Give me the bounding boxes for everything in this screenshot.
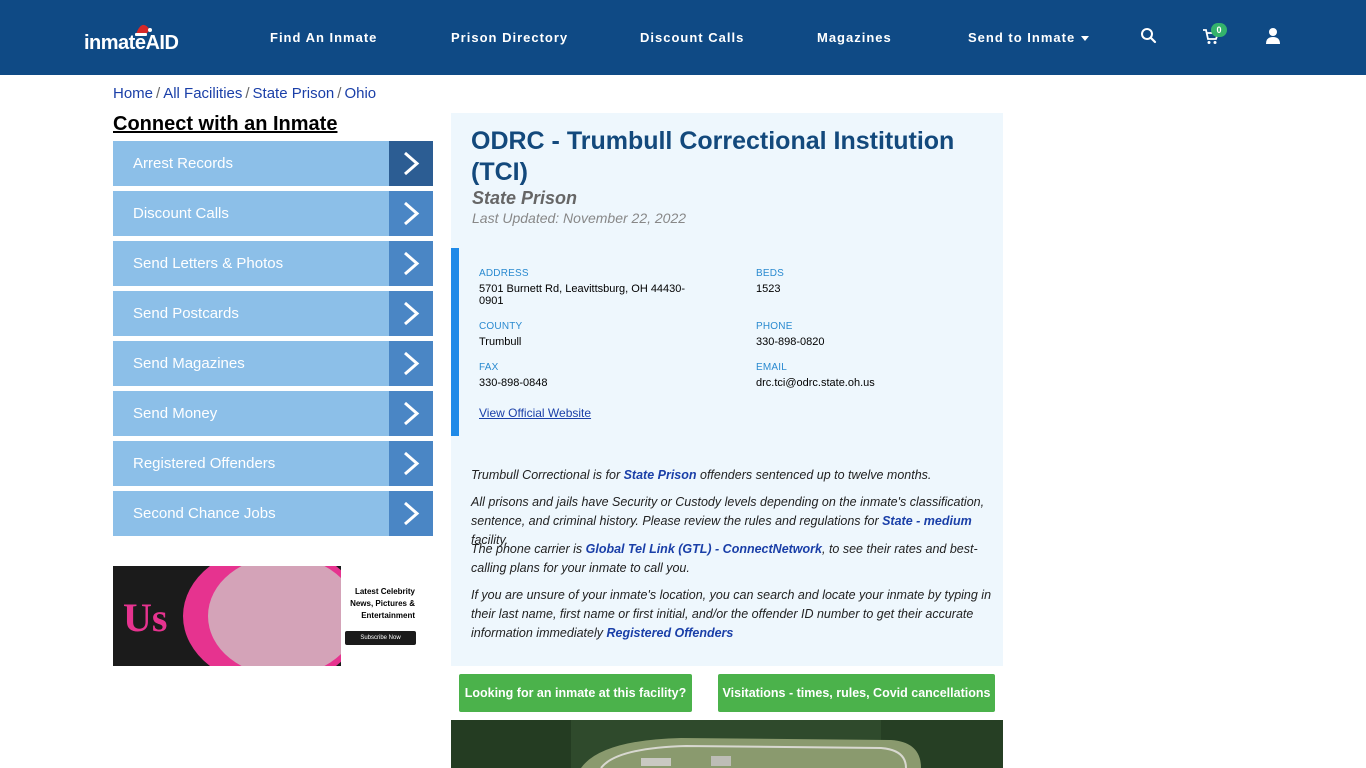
breadcrumb-state-prison[interactable]: State Prison [253,85,335,102]
breadcrumb-home[interactable]: Home [113,85,153,102]
state-medium-link[interactable]: State - medium [882,514,972,528]
breadcrumb-ohio[interactable]: Ohio [344,85,376,102]
looking-for-inmate-button[interactable]: Looking for an inmate at this facility? [459,674,692,712]
email-label: EMAIL [756,362,788,373]
phone-label: PHONE [756,321,793,332]
ad-photo [208,566,358,666]
facility-aerial-photo [451,720,1003,768]
aerial-image [451,720,1003,768]
chevron-right-icon [404,501,420,526]
info-accent-bar [451,248,459,436]
sidebar-item-second-chance-jobs[interactable]: Second Chance Jobs [113,491,433,536]
sidebar-item-label: Send Magazines [133,355,245,372]
sidebar-item-label: Registered Offenders [133,455,276,472]
gtl-connectnetwork-link[interactable]: Global Tel Link (GTL) - ConnectNetwork [586,542,822,556]
sidebar-item-label: Send Postcards [133,305,239,322]
nav-send-to-inmate[interactable]: Send to Inmate [968,30,1090,45]
visitations-button[interactable]: Visitations - times, rules, Covid cancel… [718,674,995,712]
nav-find-an-inmate[interactable]: Find An Inmate [270,30,377,45]
chevron-right-icon [404,351,420,376]
county-label: COUNTY [479,321,523,332]
view-official-website-link[interactable]: View Official Website [479,406,591,420]
caret-down-icon [1081,36,1090,42]
us-weekly-logo: Us [123,595,168,640]
sidebar-item-send-magazines[interactable]: Send Magazines [113,341,433,386]
chevron-right-icon [404,151,420,176]
connect-with-inmate-heading: Connect with an Inmate [113,113,338,135]
paragraph-locate-inmate: If you are unsure of your inmate's locat… [471,588,992,640]
sidebar-item-arrest-records[interactable]: Arrest Records [113,141,433,186]
ad-tagline: Latest Celebrity News, Pictures & Entert… [350,587,415,620]
search-icon[interactable] [1140,27,1158,45]
registered-offenders-link[interactable]: Registered Offenders [606,626,733,640]
breadcrumb: Home / All Facilities / State Prison / Ohio [113,85,377,102]
inmateaid-logo[interactable]: inmateAID [84,22,180,56]
phone-value: 330-898-0820 [756,336,825,348]
nav-magazines[interactable]: Magazines [817,30,892,45]
last-updated: Last Updated: November 22, 2022 [472,210,687,226]
paragraph-phone-carrier: The phone carrier is Global Tel Link (GT… [471,542,978,575]
sidebar-item-label: Send Letters & Photos [133,255,284,272]
cart-count-badge: 0 [1211,23,1227,37]
sidebar-item-send-letters-photos[interactable]: Send Letters & Photos [113,241,433,286]
user-icon[interactable] [1264,27,1282,45]
address-value: 5701 Burnett Rd, Leavittsburg, OH 44430-… [479,283,686,307]
state-prison-link[interactable]: State Prison [624,468,697,482]
beds-value: 1523 [756,283,781,295]
email-value: drc.tci@odrc.state.oh.us [756,377,875,389]
us-weekly-ad-banner[interactable]: Us Latest Celebrity News, Pictures & Ent… [113,566,418,666]
top-navbar: inmateAID Find An Inmate Prison Director… [0,0,1366,75]
sidebar-item-label: Second Chance Jobs [133,505,276,522]
fax-label: FAX [479,362,499,373]
breadcrumb-all-facilities[interactable]: All Facilities [163,85,242,102]
chevron-right-icon [404,451,420,476]
address-label: ADDRESS [479,268,529,279]
sidebar-item-label: Arrest Records [133,155,234,172]
chevron-right-icon [404,201,420,226]
fax-value: 330-898-0848 [479,377,548,389]
facility-type: State Prison [472,188,578,208]
ad-subscribe-button[interactable]: Subscribe Now [345,631,416,645]
nav-discount-calls[interactable]: Discount Calls [640,30,744,45]
sidebar-item-discount-calls[interactable]: Discount Calls [113,191,433,236]
sidebar-item-registered-offenders[interactable]: Registered Offenders [113,441,433,486]
sidebar-item-label: Discount Calls [133,205,229,222]
sidebar-item-label: Send Money [133,405,218,422]
nav-prison-directory[interactable]: Prison Directory [451,30,568,45]
logo-text: inmateAID [84,32,179,54]
chevron-right-icon [404,301,420,326]
sidebar-item-send-money[interactable]: Send Money [113,391,433,436]
facility-title: ODRC - Trumbull Correctional Institution… [471,127,955,186]
sidebar-item-send-postcards[interactable]: Send Postcards [113,291,433,336]
paragraph-sentence: Trumbull Correctional is for State Priso… [471,468,932,482]
nav-send-to-inmate-label: Send to Inmate [968,30,1076,45]
beds-label: BEDS [756,268,785,279]
chevron-right-icon [404,401,420,426]
chevron-right-icon [404,251,420,276]
county-value: Trumbull [479,336,522,348]
